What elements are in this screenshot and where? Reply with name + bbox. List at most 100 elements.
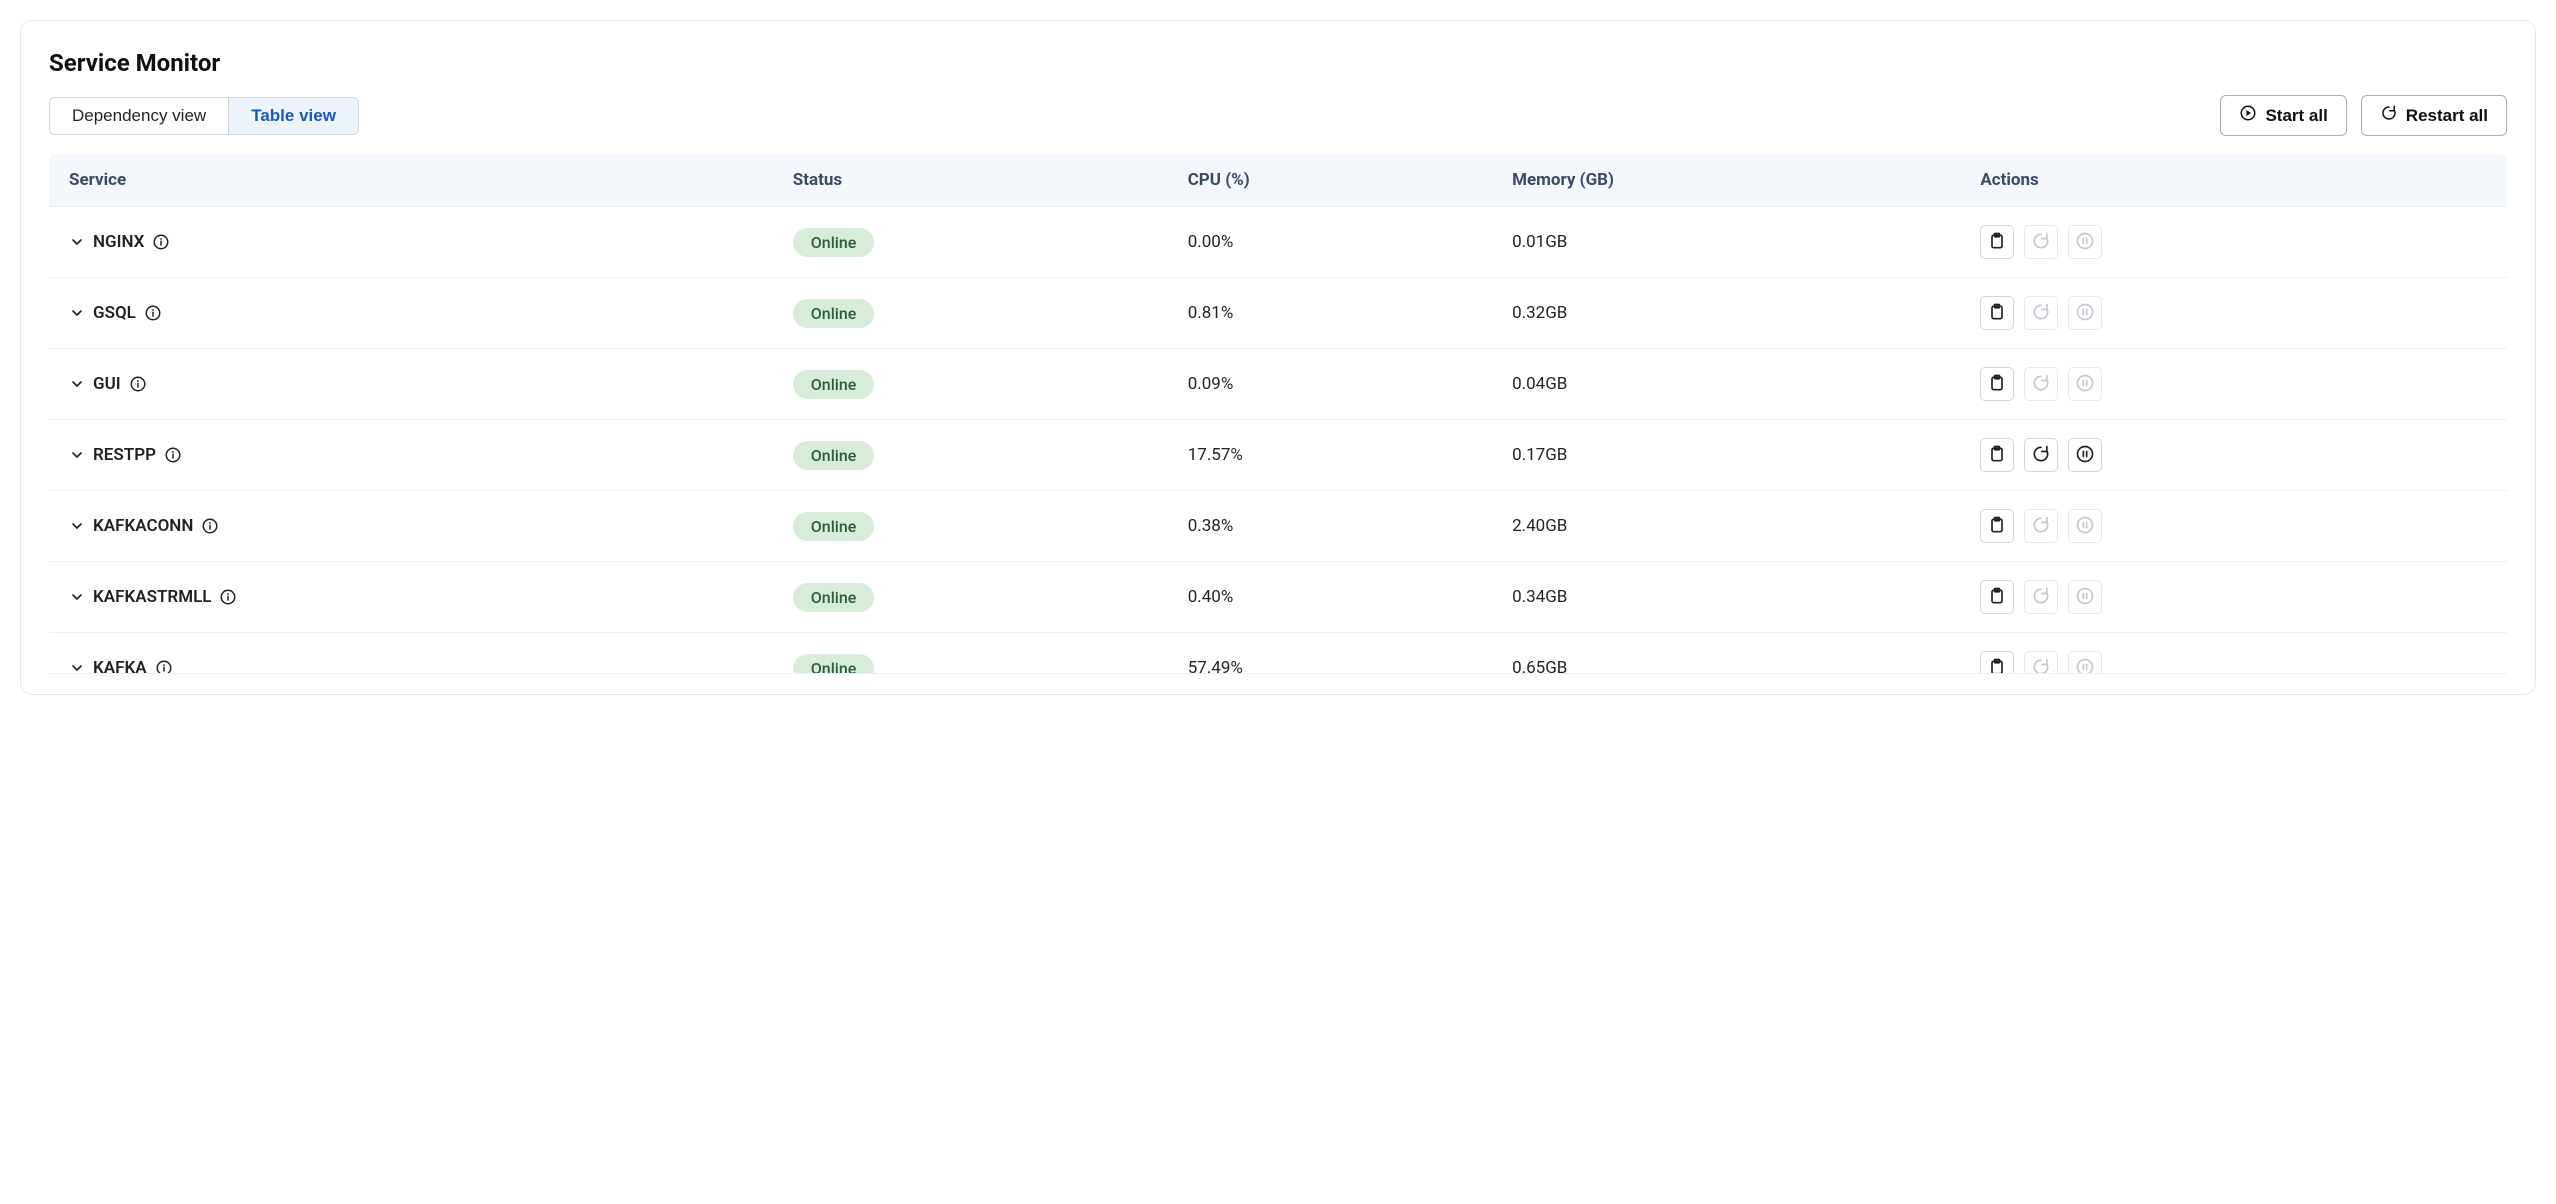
- chevron-down-icon[interactable]: [69, 660, 85, 674]
- cpu-value: 0.09%: [1174, 349, 1498, 420]
- pause-button: [2068, 580, 2102, 614]
- service-name: KAFKACONN: [93, 516, 193, 536]
- cpu-value: 0.00%: [1174, 207, 1498, 278]
- pause-button: [2068, 651, 2102, 674]
- pause-circle-icon: [2075, 444, 2095, 467]
- memory-value: 0.01GB: [1498, 207, 1966, 278]
- col-status: Status: [779, 154, 1174, 207]
- pause-button: [2068, 225, 2102, 259]
- restart-button: [2024, 580, 2058, 614]
- col-actions: Actions: [1966, 154, 2507, 207]
- info-icon[interactable]: [164, 446, 182, 464]
- chevron-down-icon[interactable]: [69, 589, 85, 605]
- status-badge: Online: [793, 441, 875, 470]
- restart-icon: [2031, 444, 2051, 467]
- clipboard-icon: [1987, 586, 2007, 609]
- info-icon[interactable]: [201, 517, 219, 535]
- tab-dependency-view[interactable]: Dependency view: [50, 98, 228, 134]
- service-table-wrap[interactable]: Service Status CPU (%) Memory (GB) Actio…: [49, 154, 2507, 674]
- logs-button[interactable]: [1980, 438, 2014, 472]
- restart-icon: [2031, 302, 2051, 325]
- restart-button[interactable]: [2024, 438, 2058, 472]
- info-icon[interactable]: [155, 659, 173, 674]
- memory-value: 2.40GB: [1498, 491, 1966, 562]
- restart-icon: [2031, 373, 2051, 396]
- cpu-value: 17.57%: [1174, 420, 1498, 491]
- logs-button[interactable]: [1980, 296, 2014, 330]
- pause-circle-icon: [2075, 515, 2095, 538]
- col-service: Service: [49, 154, 779, 207]
- memory-value: 0.04GB: [1498, 349, 1966, 420]
- service-name: GSQL: [93, 303, 136, 323]
- status-badge: Online: [793, 370, 875, 399]
- cpu-value: 57.49%: [1174, 633, 1498, 675]
- table-row: GUIOnline0.09%0.04GB: [49, 349, 2507, 420]
- table-row: KAFKACONN Online 0.38%2.40GB: [49, 491, 2507, 562]
- restart-button: [2024, 509, 2058, 543]
- table-row: GSQLOnline0.81%0.32GB: [49, 278, 2507, 349]
- restart-button: [2024, 651, 2058, 674]
- info-icon[interactable]: [144, 304, 162, 322]
- global-actions: Start all Restart all: [2220, 95, 2507, 136]
- logs-button[interactable]: [1980, 651, 2014, 674]
- status-badge: Online: [793, 654, 875, 675]
- chevron-down-icon[interactable]: [69, 305, 85, 321]
- restart-icon: [2031, 515, 2051, 538]
- table-row: KAFKASTRMLLOnline0.40%0.34GB: [49, 562, 2507, 633]
- page-title: Service Monitor: [49, 49, 2507, 77]
- status-badge: Online: [793, 583, 875, 612]
- clipboard-icon: [1987, 444, 2007, 467]
- col-memory: Memory (GB): [1498, 154, 1966, 207]
- col-cpu: CPU (%): [1174, 154, 1498, 207]
- start-all-button[interactable]: Start all: [2220, 95, 2346, 136]
- cpu-value: 0.38%: [1174, 491, 1498, 562]
- start-all-label: Start all: [2265, 106, 2327, 126]
- table-row: RESTPP Online 17.57%0.17GB: [49, 420, 2507, 491]
- service-name: KAFKA: [93, 658, 147, 674]
- table-row: NGINX Online 0.00%0.01GB: [49, 207, 2507, 278]
- memory-value: 0.32GB: [1498, 278, 1966, 349]
- memory-value: 0.34GB: [1498, 562, 1966, 633]
- memory-value: 0.65GB: [1498, 633, 1966, 675]
- logs-button[interactable]: [1980, 580, 2014, 614]
- clipboard-icon: [1987, 373, 2007, 396]
- clipboard-icon: [1987, 231, 2007, 254]
- pause-button[interactable]: [2068, 438, 2102, 472]
- play-circle-icon: [2239, 104, 2257, 127]
- pause-button: [2068, 509, 2102, 543]
- restart-icon: [2380, 104, 2398, 127]
- pause-button: [2068, 296, 2102, 330]
- chevron-down-icon[interactable]: [69, 234, 85, 250]
- tab-table-view[interactable]: Table view: [228, 98, 358, 134]
- chevron-down-icon[interactable]: [69, 447, 85, 463]
- restart-icon: [2031, 231, 2051, 254]
- memory-value: 0.17GB: [1498, 420, 1966, 491]
- info-icon[interactable]: [152, 233, 170, 251]
- service-name: RESTPP: [93, 445, 156, 465]
- status-badge: Online: [793, 512, 875, 541]
- view-tab-group: Dependency view Table view: [49, 97, 359, 135]
- status-badge: Online: [793, 228, 875, 257]
- logs-button[interactable]: [1980, 367, 2014, 401]
- restart-all-button[interactable]: Restart all: [2361, 95, 2507, 136]
- chevron-down-icon[interactable]: [69, 518, 85, 534]
- info-icon[interactable]: [219, 588, 237, 606]
- info-icon[interactable]: [129, 375, 147, 393]
- chevron-down-icon[interactable]: [69, 376, 85, 392]
- clipboard-icon: [1987, 657, 2007, 675]
- logs-button[interactable]: [1980, 509, 2014, 543]
- service-monitor-card: Service Monitor Dependency view Table vi…: [20, 20, 2536, 695]
- service-name: NGINX: [93, 232, 144, 252]
- restart-button: [2024, 225, 2058, 259]
- clipboard-icon: [1987, 515, 2007, 538]
- logs-button[interactable]: [1980, 225, 2014, 259]
- pause-circle-icon: [2075, 302, 2095, 325]
- cpu-value: 0.40%: [1174, 562, 1498, 633]
- pause-circle-icon: [2075, 231, 2095, 254]
- pause-circle-icon: [2075, 657, 2095, 675]
- service-table: Service Status CPU (%) Memory (GB) Actio…: [49, 154, 2507, 674]
- restart-icon: [2031, 657, 2051, 675]
- table-row: KAFKA Online 57.49%0.65GB: [49, 633, 2507, 675]
- status-badge: Online: [793, 299, 875, 328]
- restart-all-label: Restart all: [2406, 106, 2488, 126]
